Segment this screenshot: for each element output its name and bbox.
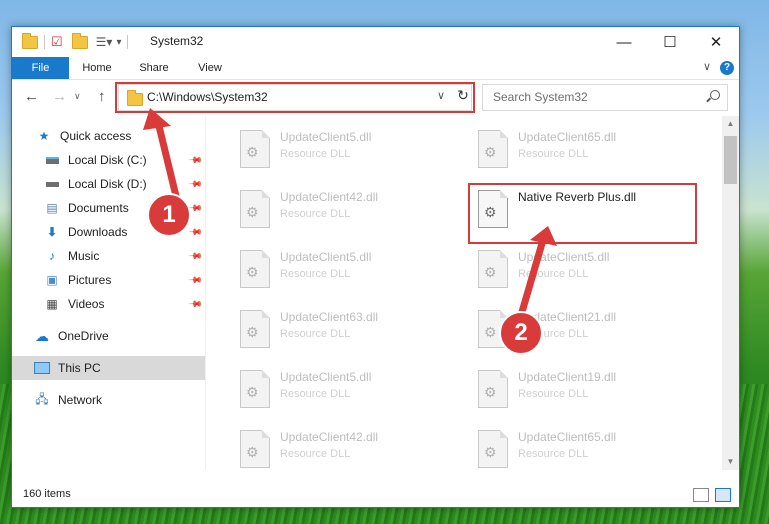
arrow-1-head [143, 108, 171, 130]
arrow-2-line [518, 236, 547, 316]
step-badge-2: 2 [499, 311, 543, 355]
annotation-arrows [143, 108, 557, 316]
step-badge-1: 1 [147, 193, 191, 237]
arrow-2-head [530, 226, 557, 246]
arrow-1-line [154, 118, 180, 200]
